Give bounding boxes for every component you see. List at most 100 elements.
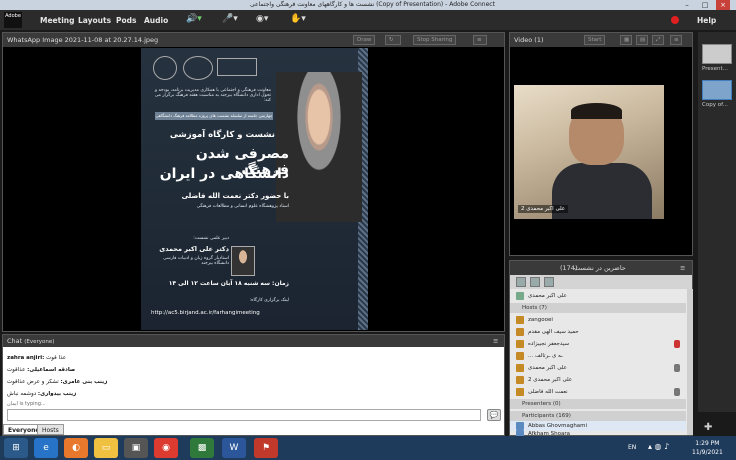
attendees-scrollbar[interactable] bbox=[687, 289, 693, 435]
adobe-connect-window: نشست ها و کارگاههای معاونت فرهنگی واجتما… bbox=[0, 0, 736, 460]
start-button-icon[interactable]: ⊞ bbox=[4, 438, 28, 458]
minimize-icon[interactable]: – bbox=[680, 0, 694, 10]
host-row[interactable]: نعمت الله فاضلی bbox=[510, 387, 686, 397]
expand-icon[interactable]: ⤢ bbox=[652, 35, 664, 45]
host-name: نعمت الله فاضلی bbox=[528, 389, 568, 395]
grid-view-icon[interactable]: ▦ bbox=[620, 35, 632, 45]
raise-hand-icon[interactable]: ✋▾ bbox=[290, 14, 306, 26]
poster-speaker: با حضور دکتر نعمت الله فاضلی bbox=[181, 192, 289, 200]
layout-label-copy: Copy of... bbox=[702, 102, 728, 108]
layout-thumb-copy[interactable] bbox=[702, 80, 732, 100]
share-pod: WhatsApp Image 2021-11-08 at 20.27.14.jp… bbox=[2, 32, 505, 332]
menu-help[interactable]: Help bbox=[697, 16, 716, 25]
pdf-reader-icon[interactable]: ⚑ bbox=[254, 438, 278, 458]
participants-group[interactable]: Participants (169) bbox=[510, 411, 686, 421]
chat-input[interactable] bbox=[7, 409, 481, 421]
speaker-icon[interactable]: 🔊▾ bbox=[186, 14, 202, 26]
chat-menu-icon[interactable]: ≡ bbox=[493, 337, 498, 345]
presenters-group[interactable]: Presenters (0) bbox=[510, 399, 686, 409]
input-language[interactable]: EN bbox=[628, 444, 636, 451]
video-pod: Video (1) Start ▦ ▤ ⤢ ≡ علی اکبر محمدی 2 bbox=[509, 32, 693, 256]
mic-muted-icon bbox=[674, 340, 680, 348]
maximize-icon[interactable]: □ bbox=[698, 0, 712, 10]
menu-layouts[interactable]: Layouts bbox=[78, 16, 111, 25]
chat-scope: (Everyone) bbox=[24, 339, 55, 345]
user-icon bbox=[516, 292, 524, 300]
start-video-button[interactable]: Start bbox=[584, 35, 606, 45]
layout-thumb-present[interactable] bbox=[702, 44, 732, 64]
media-icon[interactable]: ▣ bbox=[124, 438, 148, 458]
poster-secretary-label: دبیر علمی نشست: bbox=[193, 236, 229, 241]
adobe-connect-taskbar-icon[interactable]: ▩ bbox=[190, 438, 214, 458]
pod-menu-icon[interactable]: ≡ bbox=[473, 35, 487, 45]
video-title-text: Video bbox=[514, 36, 533, 44]
host-icon bbox=[516, 376, 524, 384]
chat-message: زینب بیدواری: دوشمه نباش bbox=[7, 391, 76, 397]
attendees-menu-icon[interactable]: ≡ bbox=[680, 264, 685, 272]
host-row[interactable]: علی اکبر محمدی 2 bbox=[510, 375, 686, 385]
webcam-icon[interactable]: ◉▾ bbox=[256, 14, 268, 26]
host-row[interactable]: ... ـه ی ـرتالف bbox=[510, 351, 686, 361]
poster-speaker-title: استاد پژوهشگاه علوم انسانی و مطالعات فره… bbox=[196, 204, 289, 209]
adobe-logo-icon: Adobe bbox=[4, 12, 22, 28]
hosts-group[interactable]: Hosts (7) bbox=[510, 303, 686, 313]
attendees-pod: حاضرین در نشست (174) ≡ علی اکبر محمدی Ho… bbox=[509, 260, 693, 437]
filmstrip-icon[interactable]: ▤ bbox=[636, 35, 648, 45]
adobe-logo-text: Adobe bbox=[5, 13, 21, 19]
share-pod-header: WhatsApp Image 2021-11-08 at 20.27.14.jp… bbox=[3, 33, 504, 47]
recording-indicator-icon[interactable] bbox=[671, 16, 679, 24]
host-row[interactable]: حمید سیف الهی مقدم bbox=[510, 327, 686, 337]
add-layout-icon[interactable]: ✚ bbox=[704, 422, 712, 433]
mic-icon bbox=[674, 364, 680, 372]
video-pod-title: Video (1) bbox=[514, 36, 544, 44]
sync-icon[interactable]: ↻ bbox=[385, 35, 401, 45]
host-icon bbox=[516, 340, 524, 348]
poster-band: چهارمین جلسه از سلسله نشست های پروژه مطا… bbox=[155, 112, 273, 120]
chat-text: تشکر و عرض عذاقوت bbox=[7, 379, 59, 385]
secretary-photo bbox=[231, 246, 255, 276]
menu-audio[interactable]: Audio bbox=[144, 16, 168, 25]
chat-tab-hosts[interactable]: Hosts bbox=[37, 424, 64, 435]
microphone-icon[interactable]: 🎤▾ bbox=[222, 14, 238, 26]
host-row[interactable]: سیدجعفر نجیبزاده bbox=[510, 339, 686, 349]
poster-url: http://ac5.birjand.ac.ir/farhangimeeting bbox=[151, 310, 260, 316]
chrome-icon[interactable]: ◉ bbox=[154, 438, 178, 458]
draw-button[interactable]: Draw bbox=[353, 35, 376, 45]
host-icon bbox=[516, 316, 524, 324]
list-view-icon[interactable] bbox=[516, 277, 526, 287]
clock-date: 11/9/2021 bbox=[692, 449, 723, 456]
attendees-title: حاضرین در نشست bbox=[574, 264, 626, 272]
chat-text: عذاقوت bbox=[7, 367, 26, 373]
seal-logo-icon bbox=[183, 56, 213, 80]
attendee-me[interactable]: علی اکبر محمدی bbox=[510, 291, 686, 301]
webcam-feed: علی اکبر محمدی 2 bbox=[514, 85, 664, 219]
poster-place: لینک برگزاری کارگاه: bbox=[249, 298, 289, 303]
typing-indicator: ایمان is typing... bbox=[7, 401, 46, 407]
system-tray-icon[interactable]: ▴ ◍ ♪ bbox=[648, 442, 669, 451]
firefox-icon[interactable]: ◐ bbox=[64, 438, 88, 458]
menu-meeting[interactable]: Meeting bbox=[40, 16, 75, 25]
poster-line1: نشست و کارگاه آموزشی bbox=[169, 130, 275, 140]
host-name: سیدجعفر نجیبزاده bbox=[528, 341, 570, 347]
host-row[interactable]: zangooei bbox=[510, 315, 686, 325]
send-message-button[interactable]: 💬 bbox=[487, 409, 501, 421]
window-titlebar: نشست ها و کارگاههای معاونت فرهنگی واجتما… bbox=[0, 0, 736, 10]
video-menu-icon[interactable]: ≡ bbox=[670, 35, 682, 45]
mic-icon bbox=[674, 388, 680, 396]
menu-pods[interactable]: Pods bbox=[116, 16, 136, 25]
close-icon[interactable]: × bbox=[716, 0, 730, 10]
shared-poster-image: معاونت فرهنگی و اجتماعی با همکاری مدیریت… bbox=[141, 48, 368, 330]
poster-time: زمان: سه شنبه ۱۸ آبان ساعت ۱۲ الی ۱۴ bbox=[168, 280, 289, 287]
file-explorer-icon[interactable]: ▭ bbox=[94, 438, 118, 458]
video-caption: علی اکبر محمدی 2 bbox=[518, 205, 569, 213]
host-row[interactable]: علی اکبر محمدی bbox=[510, 363, 686, 373]
breakout-view-icon[interactable] bbox=[544, 277, 554, 287]
internet-explorer-icon[interactable]: e bbox=[34, 438, 58, 458]
word-icon[interactable]: W bbox=[222, 438, 246, 458]
taskbar-clock[interactable]: 1:29 PM 11/9/2021 bbox=[692, 439, 723, 457]
chat-message: صادقه اسماعیلی: عذاقوت bbox=[7, 367, 75, 373]
meeting-menubar: Adobe Meeting Layouts Pods Audio 🔊▾ 🎤▾ ◉… bbox=[0, 10, 736, 30]
chat-message: زینب بنی عامری: تشکر و عرض عذاقوت bbox=[7, 379, 107, 385]
stop-sharing-button[interactable]: Stop Sharing bbox=[413, 35, 457, 45]
status-view-icon[interactable] bbox=[530, 277, 540, 287]
